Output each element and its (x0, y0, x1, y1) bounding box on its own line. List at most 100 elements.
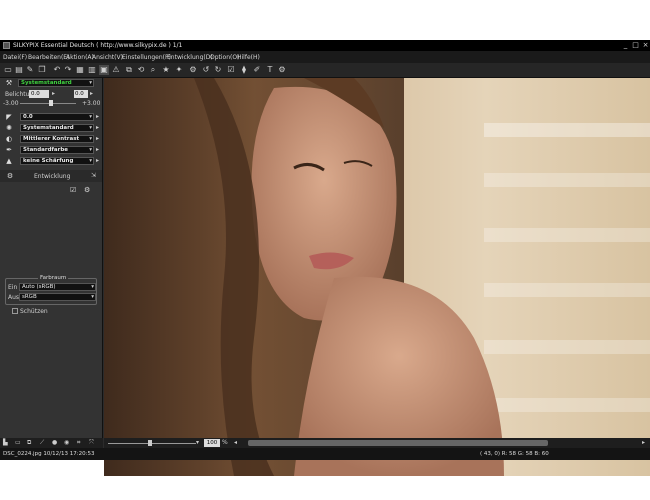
compare-icon[interactable]: ⧉ (124, 65, 134, 75)
expand-icon[interactable]: ⇲ (91, 172, 96, 179)
contrast-dropdown[interactable]: Mittlerer Kontrast ▾ (20, 135, 94, 143)
star-mark-icon[interactable]: ★ (161, 65, 171, 75)
horizontal-scrollbar[interactable] (248, 440, 548, 446)
copy-icon[interactable]: ❐ (37, 65, 47, 75)
color-stepper-icon[interactable]: ▸ (96, 146, 99, 153)
settings-icon[interactable]: ⚙ (277, 65, 287, 75)
sharpen-stepper-icon[interactable]: ▸ (96, 157, 99, 164)
develop-panel: ⚒ Systemstandard ▾ Belichtung 0.0 ▸ 0.0 ▸… (0, 78, 103, 438)
menu-aktion[interactable]: Aktion(A) (66, 54, 94, 61)
contrast-icon: ◐ (5, 135, 13, 143)
protect-checkbox[interactable] (12, 308, 18, 314)
exposure-input[interactable]: 0.0 (29, 90, 49, 98)
checkbox-icon[interactable]: ☑ (226, 65, 236, 75)
preset-dropdown[interactable]: Systemstandard ▾ (18, 79, 94, 87)
exposure-max-label: +3.00 (82, 100, 101, 107)
color-dropdown[interactable]: Standardfarbe ▾ (20, 146, 94, 154)
eyedropper-icon[interactable]: ✎ (25, 65, 35, 75)
colorspace-title: Farbraum (38, 275, 69, 281)
wb-stepper-icon[interactable]: ▸ (96, 113, 99, 120)
sharpen-value: keine Schärfung (23, 158, 74, 164)
preset-row: ⚒ Systemstandard ▾ (0, 79, 102, 88)
menu-ansicht[interactable]: Ansicht(V) (92, 54, 123, 61)
histogram-icon[interactable]: ▙ (3, 439, 8, 446)
batch-icon[interactable]: ⧫ (239, 65, 249, 75)
maximize-icon[interactable]: □ (631, 41, 640, 50)
exposure-slider-row: -3.00 +3.00 (0, 99, 102, 108)
check-icon[interactable]: ☑ (70, 186, 79, 195)
curve-icon[interactable]: ⟋ (40, 439, 44, 447)
status-bar: DSC_0224.jpg 10/12/13 17:20:53 ( 43, 0) … (0, 448, 650, 460)
sharpen-row: ▲ keine Schärfung ▾ ▸ (0, 157, 102, 166)
menu-bearbeiten[interactable]: Bearbeiten(E) (28, 54, 69, 61)
single-view-icon[interactable]: ▣ (99, 65, 109, 75)
rotate-left-icon[interactable]: ↺ (201, 65, 211, 75)
app-window: SILKYPIX Essential Deutsch ( http://www.… (0, 40, 650, 476)
scroll-right-icon[interactable]: ▸ (642, 439, 645, 446)
wb-value: 0.0 (23, 114, 33, 120)
zoom-icon[interactable]: ⌕ (148, 65, 158, 75)
globe-icon[interactable]: ● (52, 439, 57, 446)
contrast-row: ◐ Mittlerer Kontrast ▾ ▸ (0, 135, 102, 144)
exposure-slider[interactable] (20, 103, 76, 104)
exposure-slider-handle[interactable] (49, 100, 53, 106)
image-preview[interactable] (104, 78, 650, 476)
stack-icon[interactable]: ⧉ (27, 439, 31, 447)
develop-icon[interactable]: ⚙ (188, 65, 198, 75)
eyedropper-color-icon: ✒ (6, 146, 12, 154)
menu-hilfe[interactable]: Hilfe(H) (237, 54, 260, 61)
menu-option[interactable]: Option(O) (210, 54, 239, 61)
preset-value: Systemstandard (21, 80, 72, 86)
tone-stepper-icon[interactable]: ▸ (96, 124, 99, 131)
menu-datei[interactable]: Datei(F) (3, 54, 27, 61)
warning-icon[interactable]: ⚠ (111, 65, 121, 75)
zoom-unit: % (222, 439, 228, 446)
contrast-stepper-icon[interactable]: ▸ (96, 135, 99, 142)
redo-icon[interactable]: ↷ (63, 65, 73, 75)
exposure-row: Belichtung 0.0 ▸ 0.0 ▸ (0, 90, 102, 99)
tone-value: Systemstandard (23, 125, 74, 131)
section-header: ⚙ Entwicklung ⇲ (0, 170, 102, 182)
colorspace-in-label: Ein (8, 284, 18, 291)
grid-view-icon[interactable]: ▦ (75, 65, 85, 75)
sun-icon: ✺ (6, 124, 12, 132)
exposure-fine-input[interactable]: 0.0 (74, 90, 88, 98)
filmstrip-icon[interactable]: ▥ (87, 65, 97, 75)
rotate-icon[interactable]: ⟲ (136, 65, 146, 75)
colorspace-out-dropdown[interactable]: sRGB ▾ (19, 293, 96, 301)
scroll-left-icon[interactable]: ◂ (234, 439, 237, 446)
zoom-slider-handle[interactable] (148, 440, 152, 446)
close-icon[interactable]: × (641, 41, 650, 50)
colorspace-out-value: sRGB (22, 294, 37, 300)
develop-tool-icon[interactable]: ⚙ (84, 186, 93, 195)
zoom-input[interactable]: 100 (204, 439, 220, 447)
tag-icon[interactable]: ✦ (174, 65, 184, 75)
exposure-fine-stepper-icon[interactable]: ▸ (90, 90, 93, 97)
minimize-icon[interactable]: _ (621, 41, 630, 50)
sharpen-dropdown[interactable]: keine Schärfung ▾ (20, 157, 94, 165)
colorspace-in-value: Auto (sRGB) (22, 284, 56, 290)
open-folder-icon[interactable]: ▭ (3, 65, 13, 75)
crop-icon[interactable]: ⌗ (77, 439, 80, 447)
gears-icon: ⚙ (6, 172, 14, 180)
window-title: SILKYPIX Essential Deutsch ( http://www.… (13, 42, 183, 49)
menu-bar: Datei(F) Bearbeiten(E) Aktion(A) Ansicht… (0, 51, 650, 63)
comment-icon[interactable]: ▭ (15, 439, 21, 446)
wb-dropdown[interactable]: 0.0 ▾ (20, 113, 94, 121)
menu-entwicklung[interactable]: Entwicklung(D) (167, 54, 213, 61)
zoom-slider[interactable] (108, 443, 196, 444)
rotate-right-icon[interactable]: ↻ (213, 65, 223, 75)
save-icon[interactable]: ▤ (14, 65, 24, 75)
colorspace-in-dropdown[interactable]: Auto (sRGB) ▾ (19, 283, 96, 291)
undo-icon[interactable]: ↶ (52, 65, 62, 75)
lens-icon[interactable]: ◉ (64, 439, 69, 446)
text-icon[interactable]: T (265, 65, 275, 75)
tone-dropdown[interactable]: Systemstandard ▾ (20, 124, 94, 132)
transform-icon[interactable]: ⤧ (89, 439, 94, 447)
menu-einstellungen[interactable]: Einstellungen(P) (122, 54, 171, 61)
brush-icon[interactable]: ✐ (252, 65, 262, 75)
zoom-stepper-icon[interactable]: ▾ (196, 439, 199, 446)
exposure-stepper-icon[interactable]: ▸ (52, 90, 55, 97)
wb-picker-icon[interactable]: ◤ (5, 113, 13, 121)
protect-label: Schützen (20, 308, 48, 315)
